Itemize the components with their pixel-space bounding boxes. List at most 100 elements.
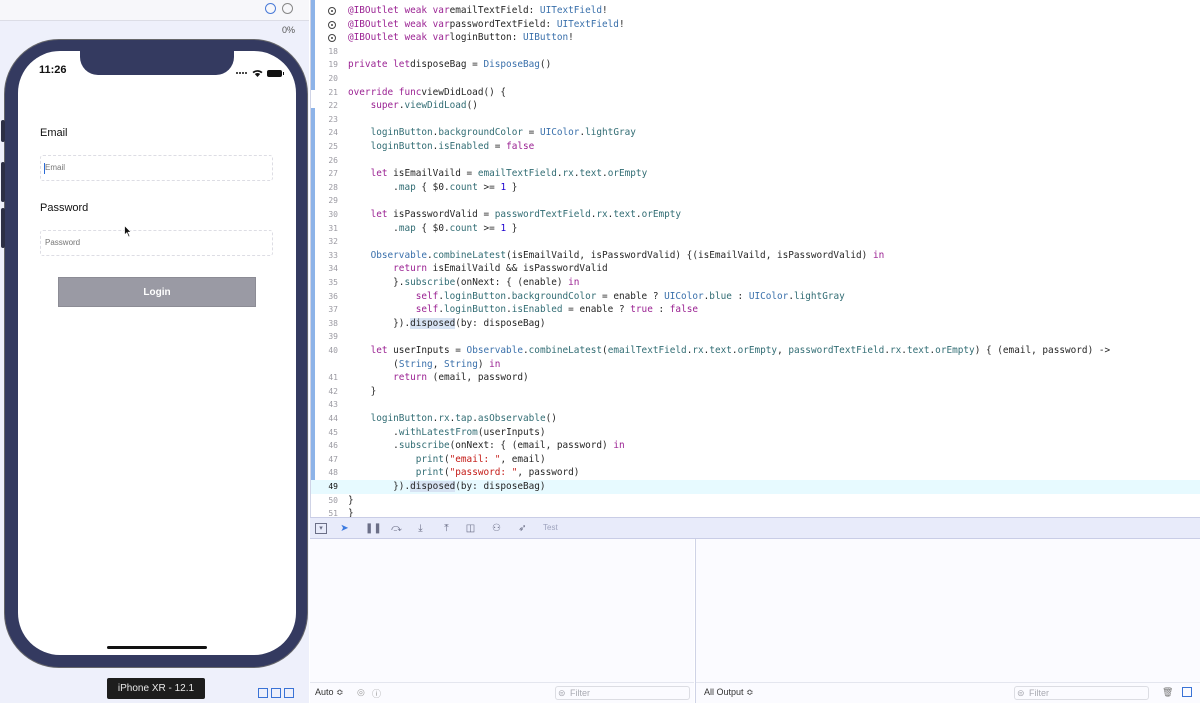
code-line[interactable]: 31 .map { $0.count >= 1 }: [311, 222, 1200, 236]
memory-graph-icon[interactable]: ⚇: [491, 523, 502, 534]
code-line[interactable]: 23: [311, 113, 1200, 127]
code-line[interactable]: 27 let isEmailVaild = emailTextField.rx.…: [311, 167, 1200, 181]
code-line[interactable]: 22 super.viewDidLoad(): [311, 99, 1200, 113]
code-line[interactable]: 26: [311, 154, 1200, 168]
view-hierarchy-icon[interactable]: ◫: [465, 523, 476, 534]
line-number: 24: [328, 128, 338, 138]
eye-icon[interactable]: ◎: [357, 687, 365, 698]
code-line[interactable]: 19 private letdisposeBag = DisposeBag(): [311, 58, 1200, 72]
code-token: in: [568, 277, 580, 288]
code-line[interactable]: 29: [311, 194, 1200, 208]
status-icons: [236, 64, 284, 82]
code-token: return: [393, 263, 428, 275]
code-line[interactable]: 44 loginButton.rx.tap.asObservable(): [311, 412, 1200, 426]
scope-selector[interactable]: Auto ≎: [315, 687, 344, 698]
step-into-icon[interactable]: ⤓: [415, 523, 426, 534]
code-token: count: [449, 181, 478, 193]
code-text: @IBOutlet weak varloginButton: UIButton!: [348, 31, 574, 45]
code-line[interactable]: 33 Observable.combineLatest(isEmailVaild…: [311, 249, 1200, 263]
code-line[interactable]: 35 }.subscribe(onNext: { (enable) in: [311, 276, 1200, 290]
code-line[interactable]: 39: [311, 330, 1200, 344]
variables-filter[interactable]: Filter: [555, 686, 690, 700]
code-line[interactable]: 38 }).disposed(by: disposeBag): [311, 317, 1200, 331]
trash-icon[interactable]: 🗑: [1162, 687, 1173, 698]
split-icon[interactable]: [271, 688, 281, 698]
code-line[interactable]: 42 }: [311, 385, 1200, 399]
code-line[interactable]: 25 loginButton.isEnabled = false: [311, 140, 1200, 154]
code-token: String: [443, 358, 478, 370]
step-out-icon[interactable]: ⤒: [441, 523, 452, 534]
code-line[interactable]: 37 self.loginButton.isEnabled = enable ?…: [311, 303, 1200, 317]
code-token: backgroundColor: [511, 290, 597, 302]
console-filter[interactable]: Filter: [1014, 686, 1149, 700]
pause-icon[interactable]: ❚❚: [365, 523, 382, 534]
email-field[interactable]: [40, 155, 273, 181]
code-token: .: [348, 181, 399, 193]
password-input[interactable]: [45, 238, 245, 247]
code-token: ) { (email, password) ->: [974, 345, 1111, 356]
hide-debug-area-icon[interactable]: ▾: [315, 523, 327, 534]
home-indicator[interactable]: [107, 646, 207, 649]
line-number: 31: [328, 223, 338, 233]
code-line[interactable]: 18: [311, 45, 1200, 59]
code-line[interactable]: 30 let isPasswordValid = passwordTextFie…: [311, 208, 1200, 222]
thread-label[interactable]: Test: [543, 523, 558, 532]
code-line[interactable]: 40 let userInputs = Observable.combineLa…: [311, 344, 1200, 358]
line-number: 32: [328, 237, 338, 247]
code-line[interactable]: 46 .subscribe(onNext: { (email, password…: [311, 439, 1200, 453]
layout-icon[interactable]: [258, 688, 268, 698]
code-line[interactable]: @IBOutlet weak varloginButton: UIButton!: [311, 31, 1200, 45]
code-line[interactable]: 49 }).disposed(by: disposeBag): [311, 480, 1200, 494]
console-pane[interactable]: All Output ≎ Filter 🗑: [695, 539, 1200, 703]
code-text: private letdisposeBag = DisposeBag(): [348, 58, 551, 72]
code-text: }).disposed(by: disposeBag): [348, 480, 546, 494]
notch: [80, 51, 234, 75]
compass-icon[interactable]: [265, 3, 276, 14]
layout-icon[interactable]: [1182, 687, 1192, 697]
code-line[interactable]: 24 loginButton.backgroundColor = UIColor…: [311, 126, 1200, 140]
grid-icon[interactable]: [284, 688, 294, 698]
code-line[interactable]: 51}: [311, 507, 1200, 517]
code-token: asObservable: [477, 413, 546, 424]
location-icon[interactable]: ➶: [517, 523, 528, 534]
outlet-connection-icon[interactable]: [328, 7, 336, 15]
code-line[interactable]: 36 self.loginButton.backgroundColor = en…: [311, 290, 1200, 304]
mouse-cursor-icon: [124, 225, 132, 238]
output-selector[interactable]: All Output ≎: [704, 687, 754, 698]
code-line[interactable]: 45 .withLatestFrom(userInputs): [311, 426, 1200, 440]
outlet-connection-icon[interactable]: [328, 34, 336, 43]
code-token: let: [370, 168, 388, 180]
code-line[interactable]: @IBOutlet weak varemailTextField: UIText…: [311, 4, 1200, 18]
login-button[interactable]: Login: [58, 277, 256, 307]
code-token: subscribe: [398, 440, 450, 452]
code-token: lightGray: [793, 290, 845, 302]
code-line[interactable]: 50}: [311, 494, 1200, 508]
code-line[interactable]: 43: [311, 398, 1200, 412]
code-line[interactable]: (String, String) in: [311, 358, 1200, 372]
code-line[interactable]: @IBOutlet weak varpasswordTextField: UIT…: [311, 18, 1200, 32]
code-line[interactable]: 21 override funcviewDidLoad() {: [311, 86, 1200, 100]
info-icon[interactable]: [282, 3, 293, 14]
outlet-connection-icon[interactable]: [328, 20, 336, 29]
code-line[interactable]: 32: [311, 235, 1200, 249]
code-line[interactable]: 48 print("password: ", password): [311, 466, 1200, 480]
password-field[interactable]: [40, 230, 273, 256]
code-line[interactable]: 20: [311, 72, 1200, 86]
code-line[interactable]: 47 print("email: ", email): [311, 453, 1200, 467]
code-token: text: [906, 345, 930, 356]
step-over-icon[interactable]: ⤼: [391, 523, 402, 534]
code-editor[interactable]: @IBOutlet weak varemailTextField: UIText…: [310, 0, 1200, 517]
code-line[interactable]: 34 return isEmailVaild && isPasswordVali…: [311, 262, 1200, 276]
code-text: .map { $0.count >= 1 }: [348, 181, 517, 195]
email-input[interactable]: [45, 163, 245, 172]
code-line[interactable]: 28 .map { $0.count >= 1 }: [311, 181, 1200, 195]
breakpoints-icon[interactable]: ➤: [339, 523, 350, 534]
info-icon[interactable]: ⓘ: [372, 687, 381, 700]
code-line[interactable]: 41 return (email, password): [311, 371, 1200, 385]
variables-pane[interactable]: Auto ≎ ◎ ⓘ Filter: [310, 539, 694, 703]
line-number: 28: [328, 182, 338, 192]
code-token: String: [398, 358, 433, 370]
code-token: false: [669, 304, 699, 316]
